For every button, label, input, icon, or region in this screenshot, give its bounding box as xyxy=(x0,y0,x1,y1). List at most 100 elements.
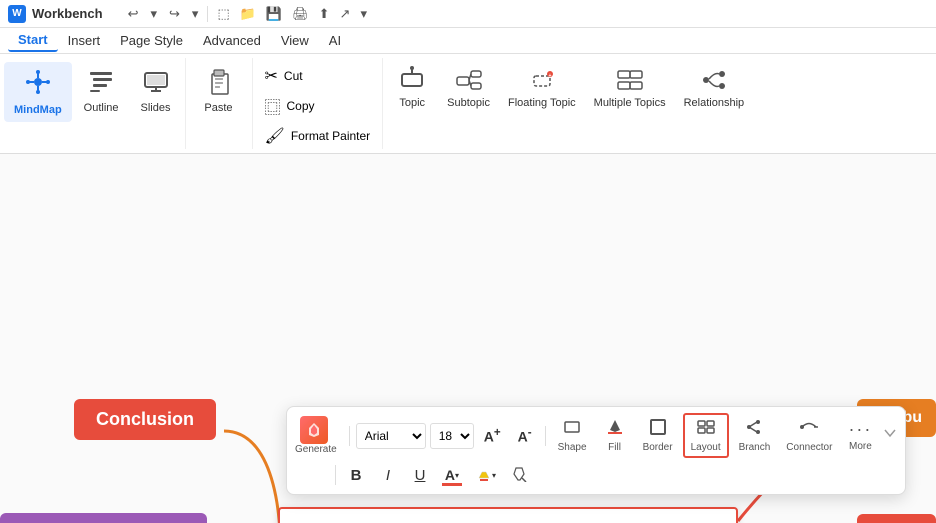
copy-button[interactable]: ⿴ Copy xyxy=(257,90,379,122)
separator-2 xyxy=(545,426,546,446)
relationship-icon xyxy=(700,66,728,97)
shape-label: Shape xyxy=(558,442,587,453)
shape-icon xyxy=(563,418,581,441)
ft-collapse[interactable] xyxy=(883,426,897,445)
generate-label: Generate xyxy=(295,444,337,455)
bold-button[interactable]: B xyxy=(342,462,370,488)
menu-insert[interactable]: Insert xyxy=(58,30,111,51)
relationship-label: Relationship xyxy=(684,97,745,110)
connector-label: Connector xyxy=(786,442,832,453)
paste-icon xyxy=(206,66,232,100)
font-color-indicator xyxy=(442,483,462,486)
underline-button[interactable]: U xyxy=(406,462,434,488)
ft-row2: B I U A ▾ ▾ xyxy=(295,462,897,488)
branch-label: Branch xyxy=(739,442,771,453)
fill-icon xyxy=(606,418,624,441)
fill-button[interactable]: Fill xyxy=(597,415,633,456)
font-family-select[interactable]: Arial xyxy=(356,423,426,449)
outline-button[interactable]: Outline xyxy=(74,62,129,120)
clipboard-section: ✂ Cut ⿴ Copy 🖌 Format Painter xyxy=(253,58,384,149)
promotion-node[interactable]: ks Promotion Strategy xyxy=(0,513,207,523)
font-color-button[interactable]: A ▾ xyxy=(438,462,466,488)
copy-icon: ⿴ xyxy=(265,94,281,118)
border-label: Border xyxy=(643,442,673,453)
floating-toolbar: Generate Arial 18 A+ A- xyxy=(286,406,906,495)
format-painter-icon: 🖌 xyxy=(265,126,285,146)
slides-label: Slides xyxy=(141,102,171,114)
redo-button[interactable]: ↪ xyxy=(164,4,185,24)
outline-icon xyxy=(88,68,114,100)
new-button[interactable]: ⬚ xyxy=(212,4,234,24)
font-size-select[interactable]: 18 xyxy=(430,423,474,449)
separator-1 xyxy=(349,426,350,446)
view-section: MindMap Outline xyxy=(0,58,186,149)
highlight-button[interactable]: ▾ xyxy=(470,462,502,488)
mindmap-icon xyxy=(24,68,52,102)
menu-advanced[interactable]: Advanced xyxy=(193,30,271,51)
titlebar: W Workbench ↩ ▾ ↪ ▾ ⬚ 📁 💾 🖨 ⬆ ↗ ▾ xyxy=(0,0,936,28)
subtopic-label: Subtopic xyxy=(447,97,490,110)
cut-button[interactable]: ✂ Cut xyxy=(257,62,379,90)
more-label: More xyxy=(849,441,872,452)
export-button[interactable]: ⬆ xyxy=(314,4,335,24)
layout-button[interactable]: Layout xyxy=(683,413,729,458)
connector-icon xyxy=(800,418,818,441)
menubar: Start Insert Page Style Advanced View AI xyxy=(0,28,936,54)
layout-icon xyxy=(697,418,715,441)
undo-redo-group: ↩ ▾ ↪ ▾ xyxy=(123,4,204,24)
insert-section: Topic Subtopic + xyxy=(383,58,756,149)
connector-button[interactable]: Connector xyxy=(780,415,838,456)
more-icon: ··· xyxy=(848,419,872,440)
font-color-dropdown: ▾ xyxy=(455,471,459,480)
highlight-dropdown: ▾ xyxy=(492,471,496,480)
clear-format-button[interactable] xyxy=(506,462,534,488)
conclusion-node[interactable]: Conclusion xyxy=(74,399,216,440)
italic-button[interactable]: I xyxy=(374,462,402,488)
generate-logo xyxy=(300,416,328,444)
ribbon: MindMap Outline xyxy=(0,54,936,154)
branch-button[interactable]: Branch xyxy=(733,415,777,456)
paste-section: Paste xyxy=(186,58,253,149)
more-button[interactable]: ··· More xyxy=(842,416,878,455)
menu-page-style[interactable]: Page Style xyxy=(110,30,193,51)
undo-button[interactable]: ↩ xyxy=(123,4,144,24)
decrease-font-button[interactable]: A- xyxy=(511,423,539,449)
relationship-button[interactable]: Relationship xyxy=(676,62,753,114)
share-button[interactable]: ↗ xyxy=(335,4,356,24)
open-button[interactable]: 📁 xyxy=(235,4,261,24)
menu-view[interactable]: View xyxy=(271,30,319,51)
increase-font-button[interactable]: A+ xyxy=(478,423,507,449)
print-button[interactable]: 🖨 xyxy=(287,4,314,24)
separator-3 xyxy=(335,465,336,485)
more-button[interactable]: ▾ xyxy=(355,4,372,24)
outline-label: Outline xyxy=(84,102,119,114)
separator xyxy=(207,6,208,22)
menu-ai[interactable]: AI xyxy=(319,30,351,51)
highlight-icon xyxy=(476,466,492,485)
topic-icon xyxy=(398,66,426,97)
right-node-2[interactable]: Starbu xyxy=(857,514,936,523)
cut-label: Cut xyxy=(284,69,303,83)
format-painter-button[interactable]: 🖌 Format Painter xyxy=(257,122,379,150)
multiple-topics-button[interactable]: Multiple Topics xyxy=(586,62,674,114)
floating-topic-button[interactable]: + Floating Topic xyxy=(500,62,584,114)
border-button[interactable]: Border xyxy=(637,415,679,456)
central-node[interactable]: Starbucks Marketing Mix (4Ps) Analysis xyxy=(278,507,738,523)
slides-button[interactable]: Slides xyxy=(131,62,181,120)
paste-button[interactable]: Paste xyxy=(194,62,244,119)
redo-dropdown[interactable]: ▾ xyxy=(187,4,204,24)
decrease-font-icon: A- xyxy=(518,426,532,445)
topic-button[interactable]: Topic xyxy=(387,62,437,114)
multiple-topics-label: Multiple Topics xyxy=(594,97,666,110)
shape-button[interactable]: Shape xyxy=(552,415,593,456)
menu-start[interactable]: Start xyxy=(8,29,58,52)
clear-format-icon xyxy=(512,466,528,485)
slides-icon xyxy=(143,68,169,100)
generate-section: Generate xyxy=(295,416,337,455)
subtopic-button[interactable]: Subtopic xyxy=(439,62,498,114)
floating-topic-icon: + xyxy=(528,66,556,97)
save-button[interactable]: 💾 xyxy=(261,4,287,24)
mindmap-button[interactable]: MindMap xyxy=(4,62,72,122)
undo-dropdown[interactable]: ▾ xyxy=(145,4,162,24)
border-icon xyxy=(649,418,667,441)
